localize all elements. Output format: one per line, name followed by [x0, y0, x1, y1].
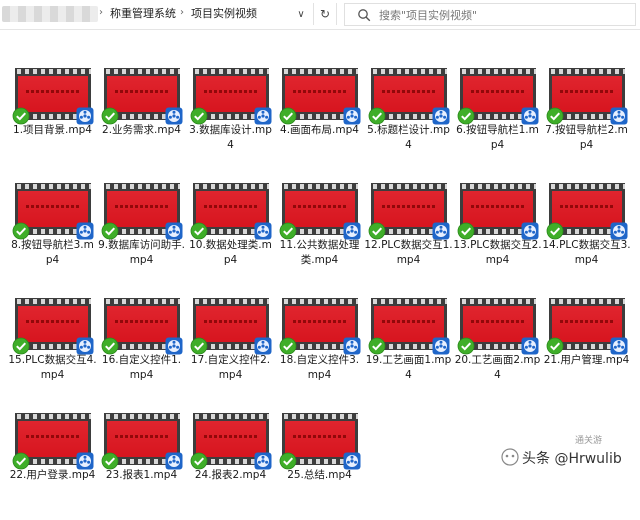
- file-name: 25.总结.mp4: [287, 469, 352, 481]
- file-item[interactable]: 20.工艺画面2.mp4: [453, 290, 542, 405]
- file-name: 14.PLC数据交互3.mp4: [542, 239, 631, 266]
- watermark-logo-icon: [501, 448, 519, 466]
- file-item[interactable]: 9.数据库访问助手.mp4: [97, 175, 186, 290]
- file-name: 1.项目背景.mp4: [13, 124, 92, 136]
- chevron-right-icon: ›: [180, 7, 184, 18]
- file-item[interactable]: 10.数据处理类.mp4: [186, 175, 275, 290]
- search-input[interactable]: [379, 7, 629, 23]
- file-name: 5.标题栏设计.mp4: [367, 124, 450, 151]
- file-name: 24.报表2.mp4: [194, 469, 267, 481]
- file-item[interactable]: 2.业务需求.mp4: [97, 60, 186, 175]
- file-item[interactable]: 21.用户管理.mp4: [542, 290, 631, 405]
- file-name: 16.自定义控件1.mp4: [101, 354, 182, 381]
- file-name: 19.工艺画面1.mp4: [365, 354, 452, 381]
- file-name: 7.按钮导航栏2.mp4: [545, 124, 628, 151]
- blurred-path-segment: [2, 6, 98, 22]
- file-item[interactable]: 1.项目背景.mp4: [8, 60, 97, 175]
- watermark-text: 头条 @Hrwulib: [522, 451, 622, 467]
- file-item[interactable]: 13.PLC数据交互2.mp4: [453, 175, 542, 290]
- file-item[interactable]: 8.按钮导航栏3.mp4: [8, 175, 97, 290]
- file-name: 23.报表1.mp4: [105, 469, 178, 481]
- watermark-subtext: 通关游: [575, 436, 603, 446]
- file-name: 9.数据库访问助手.mp4: [98, 239, 185, 266]
- file-item[interactable]: 22.用户登录.mp4: [8, 405, 97, 520]
- file-name: 10.数据处理类.mp4: [189, 239, 272, 266]
- file-item[interactable]: 14.PLC数据交互3.mp4: [542, 175, 631, 290]
- file-item[interactable]: 25.总结.mp4: [275, 405, 364, 520]
- file-item[interactable]: 19.工艺画面1.mp4: [364, 290, 453, 405]
- file-name: 21.用户管理.mp4: [543, 354, 630, 366]
- file-name: 6.按钮导航栏1.mp4: [456, 124, 539, 151]
- file-item[interactable]: 17.自定义控件2.mp4: [186, 290, 275, 405]
- address-bar[interactable]: › 称重管理系统 › 项目实例视频 ∨ ↻: [0, 0, 640, 30]
- search-box[interactable]: [344, 3, 636, 26]
- chevron-down-icon[interactable]: ∨: [289, 3, 313, 25]
- chevron-right-icon: ›: [99, 7, 103, 18]
- file-item[interactable]: 15.PLC数据交互4.mp4: [8, 290, 97, 405]
- search-icon: [358, 9, 371, 22]
- file-name: 3.数据库设计.mp4: [189, 124, 272, 151]
- file-name: 17.自定义控件2.mp4: [190, 354, 271, 381]
- file-name: 18.自定义控件3.mp4: [279, 354, 360, 381]
- file-item[interactable]: 11.公共数据处理类.mp4: [275, 175, 364, 290]
- file-name: 4.画面布局.mp4: [280, 124, 359, 136]
- file-name: 13.PLC数据交互2.mp4: [453, 239, 542, 266]
- file-name: 8.按钮导航栏3.mp4: [11, 239, 94, 266]
- breadcrumb-item[interactable]: 项目实例视频: [191, 7, 257, 21]
- file-name: 15.PLC数据交互4.mp4: [8, 354, 97, 381]
- file-item[interactable]: 5.标题栏设计.mp4: [364, 60, 453, 175]
- file-item[interactable]: 3.数据库设计.mp4: [186, 60, 275, 175]
- file-item[interactable]: 7.按钮导航栏2.mp4: [542, 60, 631, 175]
- file-item[interactable]: 16.自定义控件1.mp4: [97, 290, 186, 405]
- file-name: 20.工艺画面2.mp4: [454, 354, 541, 381]
- breadcrumb-item[interactable]: 称重管理系统: [110, 7, 176, 21]
- file-name: 2.业务需求.mp4: [102, 124, 181, 136]
- file-name: 12.PLC数据交互1.mp4: [364, 239, 453, 266]
- file-name: 22.用户登录.mp4: [9, 469, 96, 481]
- file-item[interactable]: 23.报表1.mp4: [97, 405, 186, 520]
- file-item[interactable]: 12.PLC数据交互1.mp4: [364, 175, 453, 290]
- file-name: 11.公共数据处理类.mp4: [279, 239, 360, 266]
- file-item[interactable]: 18.自定义控件3.mp4: [275, 290, 364, 405]
- refresh-button[interactable]: ↻: [313, 3, 337, 25]
- file-item[interactable]: 6.按钮导航栏1.mp4: [453, 60, 542, 175]
- file-item[interactable]: 4.画面布局.mp4: [275, 60, 364, 175]
- file-item[interactable]: 24.报表2.mp4: [186, 405, 275, 520]
